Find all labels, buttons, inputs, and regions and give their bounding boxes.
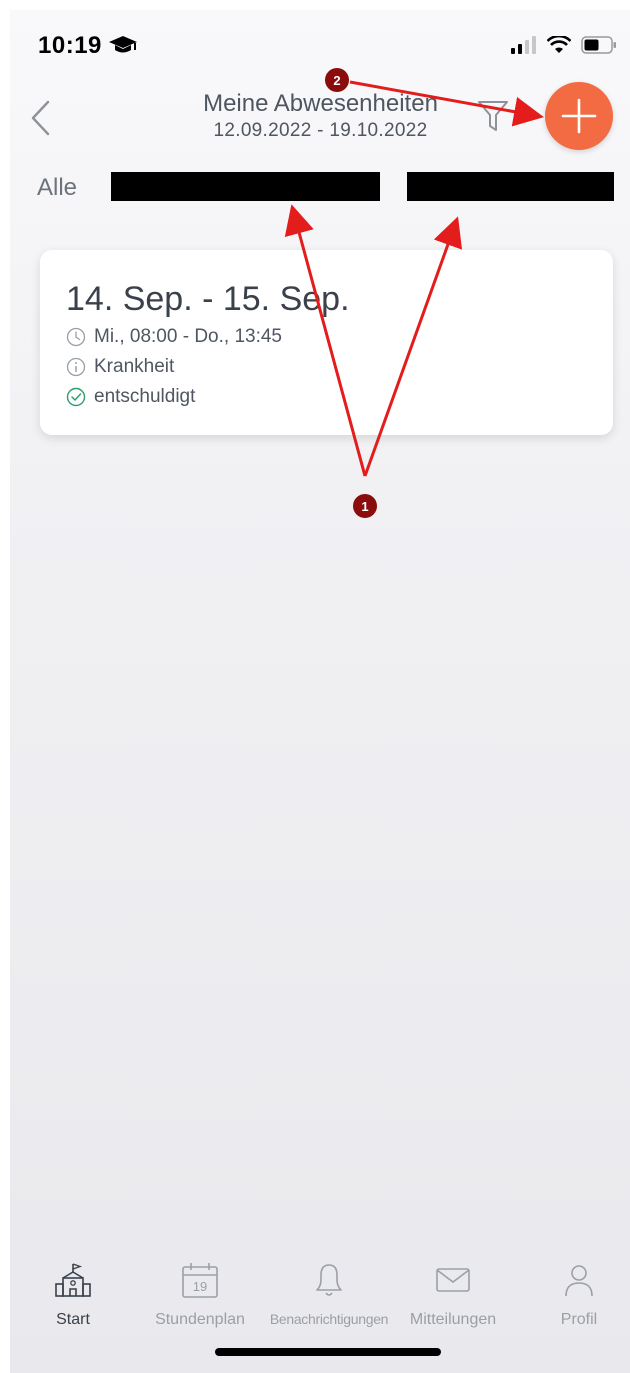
tab-profil[interactable]: Profil <box>554 1260 604 1329</box>
home-indicator <box>215 1348 441 1356</box>
annotation-badge-2: 2 <box>325 68 349 92</box>
calendar-day: 19 <box>193 1279 207 1294</box>
tab-benachrichtigungen[interactable]: Benachrichtigungen <box>264 1260 394 1327</box>
annotation-arrow-1b <box>363 216 463 477</box>
annotation-arrows <box>284 80 544 477</box>
tab-start[interactable]: Start <box>41 1260 105 1329</box>
annotation-arrow-2 <box>349 80 544 127</box>
mail-icon <box>436 1268 470 1292</box>
app-screen: 10:19 Meine Abwesenheiten 12.09.2022 - 1… <box>10 10 630 1373</box>
tab-mitteilungen-label: Mitteilungen <box>409 1311 497 1328</box>
tab-benachrichtigungen-label: Benachrichtigungen <box>269 1311 389 1327</box>
school-icon <box>55 1263 91 1297</box>
calendar-icon: 19 <box>182 1263 218 1298</box>
annotation-badge-1: 1 <box>353 494 377 518</box>
annotation-arrow-1a <box>284 204 367 477</box>
tab-mitteilungen[interactable]: Mitteilungen <box>403 1260 503 1329</box>
tab-stundenplan-label: Stundenplan <box>155 1311 245 1328</box>
tab-stundenplan[interactable]: 19 Stundenplan <box>148 1260 252 1329</box>
person-icon <box>565 1265 593 1297</box>
bell-icon <box>316 1264 342 1296</box>
bottom-tab-bar: Start 19 Stundenplan Benachrichtigungen <box>10 1260 630 1340</box>
tab-profil-label: Profil <box>560 1311 598 1328</box>
tab-start-label: Start <box>56 1311 90 1328</box>
